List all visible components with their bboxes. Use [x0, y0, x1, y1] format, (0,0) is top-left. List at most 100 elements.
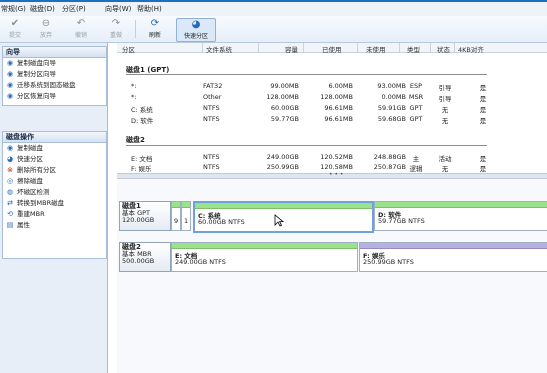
table-row[interactable]: *: Other 128.00MB 128.00MB 0.00MB MSR 引导…: [117, 93, 547, 103]
col-status[interactable]: 状态: [437, 44, 450, 54]
menu-general[interactable]: 常规(G): [1, 4, 26, 14]
logical-usage-bar: [360, 243, 547, 249]
op-copy-disk[interactable]: ◉ 复制磁盘: [3, 143, 106, 154]
wizard-item-label: 复制分区向导: [17, 70, 56, 78]
cell-capacity: 128.00MB: [266, 93, 299, 101]
usage-bar: [195, 203, 372, 209]
cell-4k: 是: [479, 117, 487, 125]
disk-ops-panel: 磁盘操作 ◉ 复制磁盘 ◕ 快速分区 ⊗ 删除所有分区 ◎ 擦除磁盘 ◍ 坏磁区检测 ⇄ 转…: [2, 131, 107, 259]
quick-partition-button[interactable]: ◕ 快速分区: [176, 18, 216, 42]
disk2-label[interactable]: 磁盘2 基本 MBR 500.00GB: [119, 242, 171, 272]
wizard-item-label: 复制磁盘向导: [17, 59, 56, 67]
menu-disk[interactable]: 磁盘(D): [30, 4, 55, 14]
op-convert-mbr[interactable]: ⇄ 转换到MBR磁盘: [3, 198, 106, 209]
op-label: 擦除磁盘: [17, 177, 43, 185]
op-rebuild-mbr[interactable]: ⟲ 重建MBR: [3, 209, 106, 220]
undo-button[interactable]: ↶ 撤销: [66, 18, 96, 40]
cell-4k: 是: [479, 106, 487, 114]
col-type[interactable]: 类型: [407, 44, 420, 54]
scan-icon: ◍: [6, 188, 14, 196]
cell-status: 引导: [438, 95, 452, 103]
disk2-size: 500.00GB: [122, 257, 155, 265]
cell-unused: 250.87GB: [373, 163, 406, 171]
op-properties[interactable]: ▤ 属性: [3, 220, 106, 231]
refresh-button[interactable]: ⟳ 刷新: [140, 18, 170, 40]
wizard-item-label: 迁移系统到固态磁盘: [17, 81, 76, 89]
cell-used: 120.58MB: [320, 163, 353, 171]
copy-disk-icon: ◉: [6, 59, 14, 67]
discard-button[interactable]: ⊖ 放弃: [31, 18, 61, 40]
cell-capacity: 59.77GB: [270, 115, 299, 123]
op-label: 重建MBR: [17, 210, 45, 218]
mouse-cursor-icon: [274, 214, 285, 227]
discard-label: 放弃: [39, 32, 52, 39]
cell-capacity: 60.00GB: [270, 104, 299, 112]
cell-status: 引导: [438, 84, 452, 92]
wizard-migrate-os[interactable]: ◉ 迁移系统到固态磁盘: [3, 80, 106, 91]
menu-partition[interactable]: 分区(P): [62, 4, 86, 14]
commit-button[interactable]: ✔ 提交: [0, 18, 30, 40]
cell-capacity: 99.00MB: [270, 82, 299, 90]
op-label: 删除所有分区: [17, 166, 56, 174]
disk1-label[interactable]: 磁盘1 基本 GPT 120.00GB: [119, 201, 171, 231]
table-row[interactable]: *: FAT32 99.00MB 6.00MB 93.00MB ESP 引导 是: [117, 82, 547, 92]
column-divider: [430, 43, 431, 52]
disk2-group-header: 磁盘2: [126, 136, 145, 144]
col-partition[interactable]: 分区: [122, 44, 135, 54]
cell-status: 无: [441, 117, 449, 125]
partition-e[interactable]: E: 文档 249.00GB NTFS: [171, 242, 358, 272]
col-capacity[interactable]: 容量: [285, 44, 298, 54]
table-row[interactable]: D: 软件 NTFS 59.77GB 96.61MB 59.68GB GPT 无…: [117, 115, 547, 125]
cell-type: 逻辑: [409, 165, 423, 173]
partition-f[interactable]: F: 娱乐 250.99GB NTFS: [359, 242, 547, 272]
undo-label: 撤销: [74, 32, 87, 39]
wipe-icon: ◎: [6, 177, 14, 185]
usage-bar: [172, 243, 357, 249]
cell-type: ESP: [409, 82, 423, 90]
wizard-copy-disk[interactable]: ◉ 复制磁盘向导: [3, 58, 106, 69]
cell-partition: F: 娱乐: [131, 165, 152, 173]
check-icon: ✔: [10, 18, 20, 29]
cell-4k: 是: [479, 155, 487, 163]
usage-bar: [172, 202, 180, 208]
wizard-partition-recovery[interactable]: ◉ 分区恢复向导: [3, 91, 106, 102]
cell-used: 120.52MB: [320, 153, 353, 161]
partition-detail: 249.00GB NTFS: [175, 258, 226, 266]
cell-unused: 59.68GB: [377, 115, 406, 123]
cell-partition: *:: [131, 93, 137, 101]
wizard-panel-title: 向导: [3, 47, 106, 58]
usage-bar: [182, 202, 190, 208]
col-filesystem[interactable]: 文件系统: [206, 44, 232, 54]
menu-help[interactable]: 帮助(H): [137, 4, 162, 14]
col-unused[interactable]: 未使用: [366, 44, 386, 54]
disk1-size: 120.00GB: [122, 216, 155, 224]
op-wipe-disk[interactable]: ◎ 擦除磁盘: [3, 176, 106, 187]
cell-partition: C: 系统: [131, 106, 153, 114]
partition-d[interactable]: D: 软件 59.77GB NTFS: [374, 201, 547, 231]
disk-map: 磁盘1 基本 GPT 120.00GB 9 1 C: 系统 60.00GB NT…: [117, 179, 547, 373]
col-used[interactable]: 已使用: [322, 44, 342, 54]
op-quick-partition[interactable]: ◕ 快速分区: [3, 154, 106, 165]
column-divider: [303, 43, 304, 52]
menu-wizard[interactable]: 向导(W): [105, 4, 131, 14]
usage-bar: [375, 202, 547, 208]
op-label: 快速分区: [17, 155, 43, 163]
disk1-msr-partition[interactable]: 1: [181, 201, 191, 231]
table-row[interactable]: C: 系统 NTFS 60.00GB 96.61MB 59.91GB GPT 无…: [117, 104, 547, 114]
partition-detail: 59.77GB NTFS: [378, 217, 425, 225]
cell-filesystem: FAT32: [203, 82, 223, 90]
op-bad-sector[interactable]: ◍ 坏磁区检测: [3, 187, 106, 198]
cell-filesystem: Other: [203, 93, 222, 101]
table-row[interactable]: F: 娱乐 NTFS 250.99GB 120.58MB 250.87GB 逻辑…: [117, 163, 547, 173]
disk1-esp-partition[interactable]: 9: [171, 201, 181, 231]
cell-unused: 59.91GB: [377, 104, 406, 112]
cell-4k: 是: [479, 84, 487, 92]
redo-button[interactable]: ↷ 重做: [101, 18, 131, 40]
table-row[interactable]: E: 文档 NTFS 249.00GB 120.52MB 248.88GB 主 …: [117, 153, 547, 163]
cell-used: 128.00MB: [320, 93, 353, 101]
col-4k-align[interactable]: 4KB对齐: [458, 44, 484, 54]
wizard-copy-partition[interactable]: ◉ 复制分区向导: [3, 69, 106, 80]
op-delete-all[interactable]: ⊗ 删除所有分区: [3, 165, 106, 176]
splitter-grip: • • •: [329, 171, 344, 178]
cell-filesystem: NTFS: [203, 104, 220, 112]
